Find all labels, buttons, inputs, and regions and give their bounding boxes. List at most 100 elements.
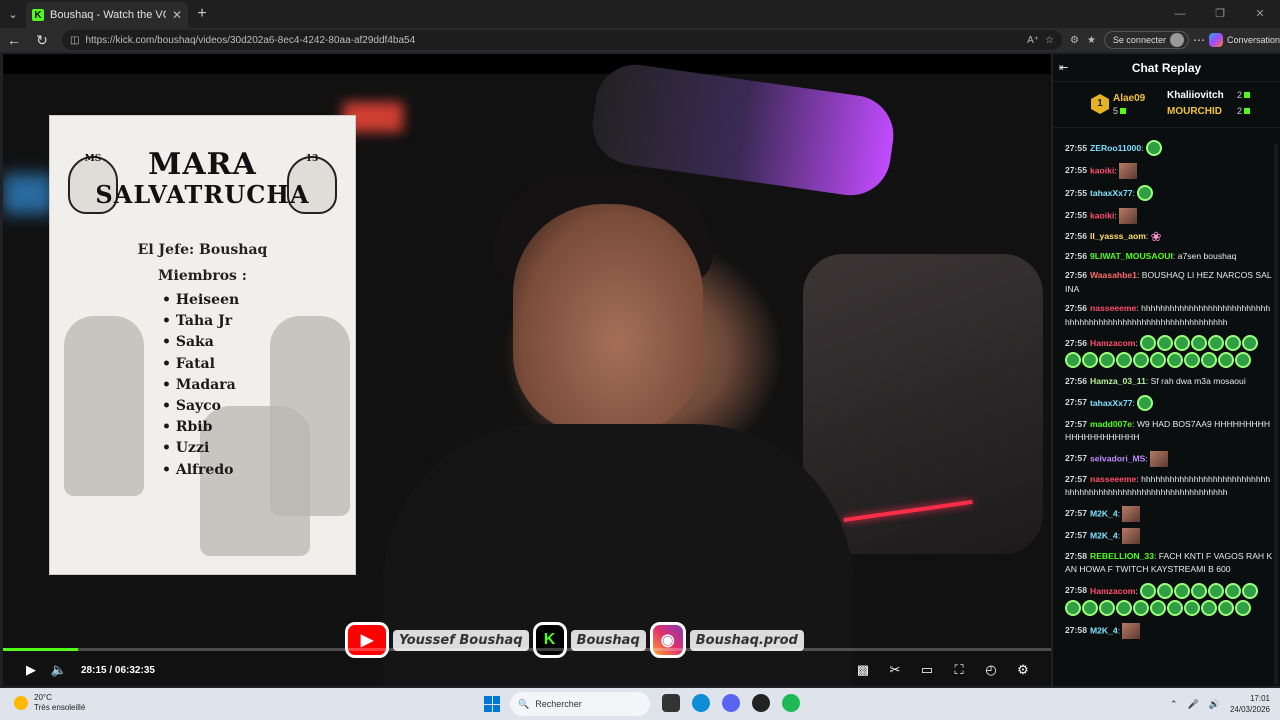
chat-username[interactable]: Waasahbe1 [1090,270,1137,280]
extensions-icon[interactable]: ⚙ [1070,35,1079,46]
close-tab-icon[interactable]: ✕ [172,8,182,22]
green-emote-icon [1137,394,1154,411]
tab-actions-menu[interactable]: ⌄ [0,0,26,28]
microphone-icon[interactable]: 🎤 [1188,699,1199,710]
leader-1-name[interactable]: Alae09 [1113,93,1145,104]
clock[interactable]: 17:01 24/03/2026 [1230,693,1270,715]
github-icon[interactable] [752,694,770,712]
play-icon[interactable]: ▶ [17,662,45,678]
tray-chevron-icon[interactable]: ⌃ [1170,699,1178,710]
chat-username[interactable]: nasseeeme [1090,474,1136,484]
miniplayer-icon[interactable]: ▩ [849,662,877,678]
chat-username[interactable]: tahaxXx77 [1090,188,1133,198]
video-player[interactable]: MS 13 MARA SALVATRUCHA El Jefe: Boushaq … [3,54,1051,686]
refresh-icon[interactable]: ↻ [28,32,56,49]
chat-timestamp: 27:55 [1065,187,1087,198]
seek-bar[interactable] [3,648,1051,651]
copilot-button[interactable]: Conversation [1208,33,1280,47]
chat-username[interactable]: Hamza_03_11 [1090,376,1146,386]
fullscreen-icon[interactable]: ⛶ [945,662,973,678]
chat-timestamp: 27:57 [1065,452,1087,463]
chat-username[interactable]: 9LIWAT_MOUSAOUI [1090,251,1173,261]
restore-icon[interactable]: ❐ [1200,0,1240,28]
site-info-icon[interactable]: ◫ [70,35,79,46]
windows-start-icon[interactable] [484,696,500,712]
green-emote-icon [1082,599,1098,616]
chat-username[interactable]: M2K_4 [1090,530,1118,540]
member-item: Saka [162,332,239,353]
green-emote-icon [1174,582,1191,599]
speed-icon[interactable]: ◴ [977,662,1005,678]
windows-taskbar: 20°C Très ensoleillé 🔍 Rechercher ⌃ 🎤 🔊 … [0,688,1280,720]
chat-text: Sf rah dwa m3a mosaoui [1150,376,1246,387]
poster-member-list: Heiseen Taha Jr Saka Fatal Madara Sayco … [162,290,239,481]
gang-poster-overlay: MS 13 MARA SALVATRUCHA El Jefe: Boushaq … [49,115,356,575]
collapse-chat-icon[interactable]: ⇤ [1059,61,1068,74]
green-emote-icon [1150,599,1166,616]
chat-username[interactable]: M2K_4 [1090,508,1118,518]
url-field[interactable]: ◫ https://kick.com/boushaq/videos/30d202… [62,30,1062,50]
weather-widget[interactable]: 20°C Très ensoleillé [14,693,85,713]
spotify-icon[interactable] [782,694,800,712]
green-emote-icon [1242,335,1259,352]
green-emote-icon [1116,599,1132,616]
read-aloud-icon[interactable]: A⁺ [1027,35,1039,46]
minimize-icon[interactable]: — [1160,0,1200,28]
chat-username[interactable]: Hamzacom [1090,338,1135,348]
edge-icon[interactable] [692,694,710,712]
chat-username[interactable]: selvadori_MS [1090,453,1145,463]
system-tray: ⌃ 🎤 🔊 17:01 24/03/2026 [1170,693,1270,715]
chat-username[interactable]: nasseeeme [1090,303,1136,313]
poster-jefe: El Jefe: Boushaq [137,242,268,258]
taskbar-search[interactable]: 🔍 Rechercher [510,692,650,716]
green-emote-icon [1137,185,1154,201]
green-emote-icon [1157,582,1174,599]
green-emote-icon [1225,582,1242,599]
chat-username[interactable]: ZERoo11000 [1090,143,1141,153]
bow-emote-icon: ❀ [1150,229,1162,244]
green-emote-icon [1184,599,1200,616]
chat-timestamp: 27:55 [1065,142,1087,153]
clock-date: 24/03/2026 [1229,705,1270,714]
chat-scrollbar[interactable] [1274,144,1278,684]
green-emote-icon [1099,352,1115,369]
chat-username[interactable]: madd007e [1090,419,1132,429]
chat-message-list[interactable]: 27:55 ZERoo11000: 27:55 kaoiki: 27:55 tahax… [1053,140,1280,686]
image-emote-icon [1122,622,1141,639]
volume-icon[interactable]: 🔈 [45,662,73,678]
green-emote-icon [1167,352,1183,369]
leader-2-count: 2 [1237,90,1251,100]
chat-username[interactable]: REBELLION_33 [1090,551,1154,561]
leader-3-name[interactable]: MOURCHID [1167,106,1222,117]
chat-replay-panel: ⇤ Chat Replay 1 Alae09 5 Khaliiovitch 2 … [1052,54,1280,686]
poster-title-line2: SALVATRUCHA [95,180,310,209]
green-emote-icon [1218,352,1234,369]
collections-icon[interactable]: ★ [1087,35,1096,46]
volume-tray-icon[interactable]: 🔊 [1209,699,1220,710]
leader-2-name[interactable]: Khaliiovitch [1167,90,1224,101]
chat-message: 27:58 Hamzacom: [1065,582,1273,617]
more-menu-icon[interactable]: ⋯ [1189,33,1209,47]
chat-username[interactable]: ll_yasss_aom [1090,231,1146,241]
chat-username[interactable]: M2K_4 [1090,625,1118,635]
task-view-icon[interactable] [662,694,680,712]
discord-icon[interactable] [722,694,740,712]
chat-message: 27:55 ZERoo11000: [1065,140,1273,157]
signin-button[interactable]: Se connecter [1103,31,1189,49]
chat-username[interactable]: Hamzacom [1090,585,1135,595]
tab-kick-vod[interactable]: K Boushaq - Watch the VOD on Kick ✕ [26,2,188,28]
kick-icon: K [532,622,567,658]
chat-username[interactable]: tahaxXx77 [1090,397,1133,407]
rank-badge-icon: 1 [1091,94,1109,114]
chat-username[interactable]: kaoiki [1090,210,1114,220]
back-icon[interactable]: ← [0,32,28,48]
favorite-star-icon[interactable]: ☆ [1045,35,1054,46]
clip-icon[interactable]: ✂ [881,662,909,678]
gift-icon [1244,108,1251,114]
chat-message: 27:57 tahaxXx77: [1065,394,1273,412]
settings-gear-icon[interactable]: ⚙ [1009,662,1037,678]
new-tab-button[interactable]: + [188,5,216,23]
close-window-icon[interactable]: ✕ [1240,0,1280,28]
chat-username[interactable]: kaoiki [1090,165,1114,175]
theater-mode-icon[interactable]: ▭ [913,662,941,678]
